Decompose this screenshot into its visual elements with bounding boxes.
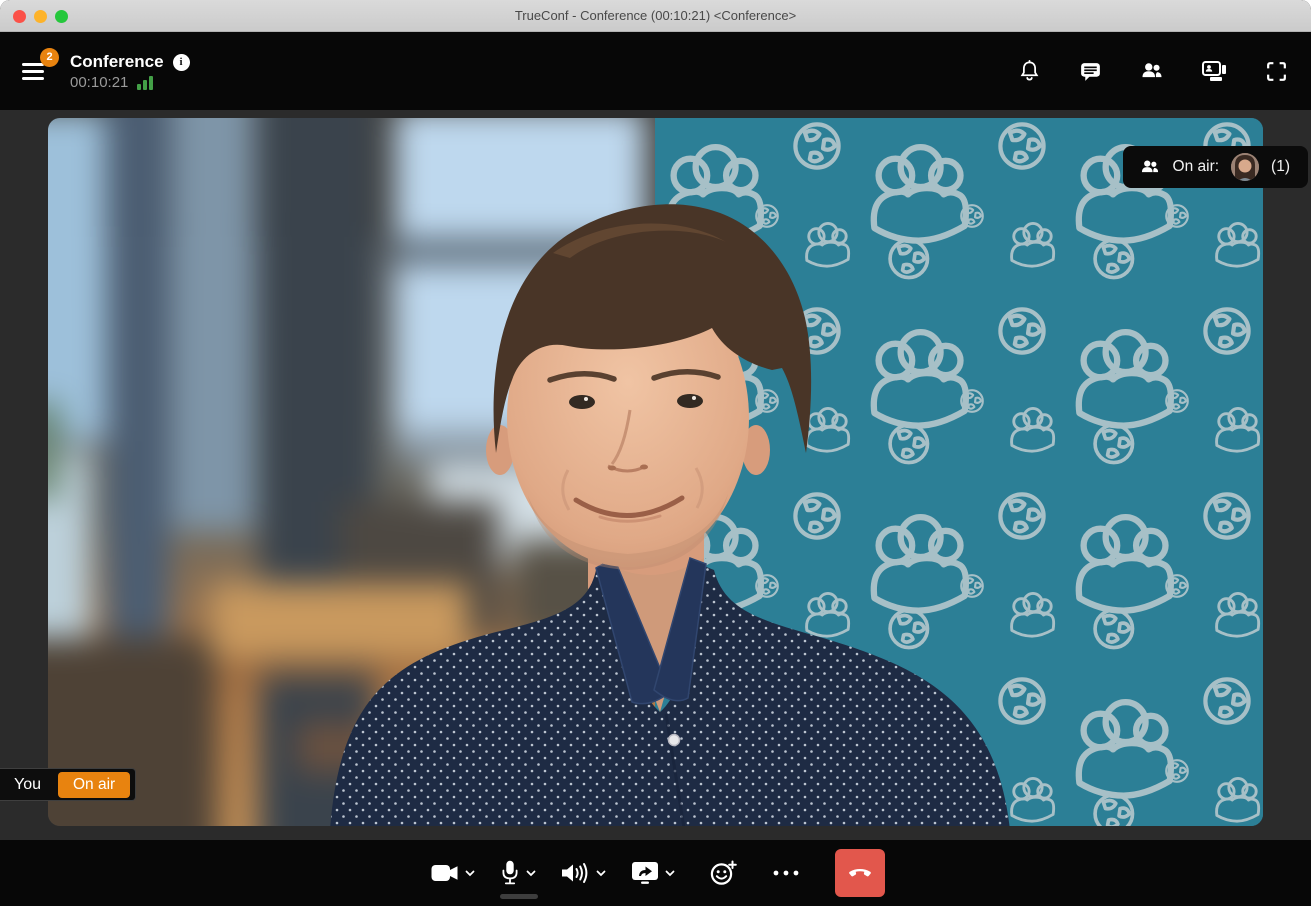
control-bar <box>0 840 1311 906</box>
chat-button[interactable] <box>1078 59 1103 84</box>
chevron-down-icon[interactable] <box>596 870 606 877</box>
participant-avatar[interactable] <box>1231 153 1260 181</box>
speaker-person <box>330 204 1010 826</box>
participants-button[interactable] <box>1139 58 1165 84</box>
on-air-panel[interactable]: On air: (1) <box>1122 146 1308 188</box>
speaker-icon <box>561 863 587 883</box>
chat-icon <box>1081 62 1100 81</box>
layout-icon <box>1202 61 1226 81</box>
bell-icon <box>1020 59 1039 80</box>
app-window: TrueConf - Conference (00:10:21) <Confer… <box>0 0 1311 906</box>
chevron-down-icon[interactable] <box>465 870 475 877</box>
info-icon[interactable]: i <box>172 53 190 71</box>
zoom-window-button[interactable] <box>55 9 68 23</box>
conference-header: 2 Conference i 00:10:21 <box>0 32 1311 110</box>
participants-icon <box>1142 63 1162 78</box>
self-video-label: You On air <box>0 768 137 801</box>
chevron-down-icon[interactable] <box>526 870 536 877</box>
camera-icon <box>431 865 457 881</box>
fullscreen-button[interactable] <box>1264 59 1289 84</box>
on-air-status-badge: On air <box>58 771 131 798</box>
camera-button[interactable] <box>427 859 479 887</box>
main-video-tile[interactable] <box>48 118 1263 826</box>
traffic-lights <box>13 0 68 32</box>
video-stage: On air: (1) You On air <box>0 110 1311 840</box>
notifications-button[interactable] <box>1017 59 1042 84</box>
hamburger-icon <box>22 62 44 66</box>
titlebar: TrueConf - Conference (00:10:21) <Confer… <box>0 0 1311 32</box>
ellipsis-icon <box>773 870 798 876</box>
on-air-label: On air: <box>1172 158 1220 175</box>
reaction-smiley-icon <box>710 860 737 885</box>
connection-signal-icon <box>137 76 154 90</box>
screen-share-button[interactable] <box>627 857 679 889</box>
notification-count-badge: 2 <box>40 47 59 67</box>
minimize-window-button[interactable] <box>34 9 47 23</box>
more-button[interactable] <box>768 865 804 881</box>
hangup-phone-icon <box>848 869 871 877</box>
participants-icon <box>1141 160 1158 173</box>
microphone-button[interactable] <box>496 856 540 899</box>
conference-timer: 00:10:21 <box>70 74 129 91</box>
main-menu-button[interactable]: 2 <box>22 47 59 84</box>
microphone-icon <box>502 860 517 884</box>
on-air-count: (1) <box>1271 158 1290 175</box>
screen-share-icon <box>631 862 658 884</box>
window-title: TrueConf - Conference (00:10:21) <Confer… <box>514 8 797 23</box>
close-window-button[interactable] <box>13 9 26 23</box>
self-name: You <box>14 775 41 793</box>
layout-button[interactable] <box>1201 59 1228 83</box>
speaker-button[interactable] <box>557 858 610 888</box>
fullscreen-icon <box>1267 61 1286 81</box>
chevron-down-icon[interactable] <box>665 870 675 877</box>
mic-level-indicator <box>499 893 538 899</box>
hangup-button[interactable] <box>834 849 885 897</box>
conference-title: Conference <box>70 52 164 71</box>
reactions-button[interactable] <box>706 856 741 890</box>
